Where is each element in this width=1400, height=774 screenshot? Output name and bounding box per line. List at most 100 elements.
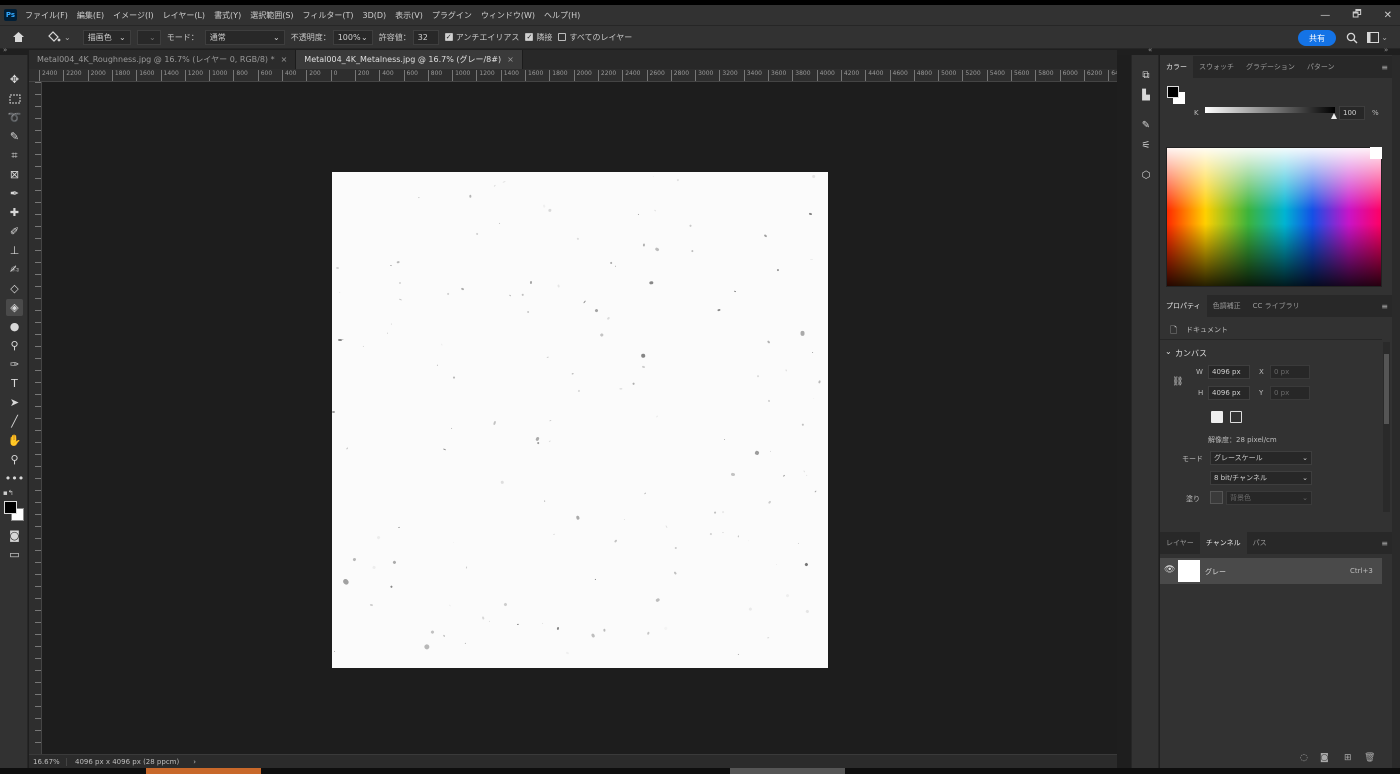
foreground-color-swatch[interactable]	[4, 501, 17, 514]
adjustments-icon[interactable]: ⚟	[1138, 137, 1154, 153]
horizontal-ruler[interactable]: 2400 2200 2000 1800 1600 1400 1200 1000 800 600 40…	[29, 69, 1117, 82]
tab-paths[interactable]: パス	[1247, 532, 1273, 554]
blend-mode-select[interactable]: 通常 ⌄	[204, 29, 285, 45]
move-icon[interactable]: ✥	[6, 71, 23, 88]
eye-icon[interactable]: 👁	[1164, 565, 1175, 575]
share-button[interactable]: 共有	[1298, 30, 1336, 46]
x-field[interactable]: 0 px	[1270, 365, 1310, 379]
workspace-switcher-icon[interactable]: ⌄	[1367, 32, 1388, 43]
menu-help[interactable]: ヘルプ(H)	[544, 10, 580, 21]
screen-mode-icon[interactable]: ▭	[6, 546, 23, 563]
tab-channels[interactable]: チャンネル	[1199, 532, 1247, 554]
crop-icon[interactable]: ⌗	[6, 147, 23, 164]
load-selection-icon[interactable]: ◌	[1300, 753, 1308, 763]
color-spectrum[interactable]	[1166, 147, 1382, 287]
pattern-picker[interactable]: ⌄	[136, 29, 161, 45]
status-arrow-icon[interactable]: ›	[193, 758, 196, 766]
dodge-icon[interactable]: ⚲	[6, 337, 23, 354]
tab-layers[interactable]: レイヤー	[1160, 532, 1200, 554]
minimize-button[interactable]: —	[1320, 10, 1330, 21]
zoom-icon[interactable]: ⚲	[6, 451, 23, 468]
panel-menu-icon[interactable]: ≡	[1381, 63, 1388, 72]
history-panel-icon[interactable]: ⧉	[1138, 67, 1154, 83]
document-image[interactable]	[332, 172, 828, 668]
tolerance-field[interactable]: 32	[412, 29, 439, 45]
width-field[interactable]: 4096 px	[1208, 365, 1250, 379]
tab-cc-libraries[interactable]: CC ライブラリ	[1247, 295, 1306, 317]
tab-color[interactable]: カラー	[1160, 56, 1193, 78]
menu-filter[interactable]: フィルター(T)	[303, 10, 354, 21]
hand-icon[interactable]: ✋	[6, 432, 23, 449]
trash-icon[interactable]: 🗑	[1364, 753, 1375, 763]
menu-edit[interactable]: 編集(E)	[77, 10, 104, 21]
menu-layer[interactable]: レイヤー(L)	[163, 10, 205, 21]
eyedropper-icon[interactable]: ✒	[6, 185, 23, 202]
new-channel-icon[interactable]: ⊞	[1344, 753, 1352, 763]
type-icon[interactable]: T	[6, 375, 23, 392]
brush-icon[interactable]: ✐	[6, 223, 23, 240]
default-colors-icon[interactable]: ▪↰	[3, 489, 14, 497]
fill-color-swatch[interactable]	[1210, 491, 1223, 504]
tab-gradients[interactable]: グラデーション	[1240, 56, 1301, 78]
restore-button[interactable]: 🗗	[1352, 7, 1361, 24]
fill-source-select[interactable]: 描画色 ⌄	[82, 29, 131, 45]
taskbar-app-2[interactable]	[730, 768, 845, 774]
bit-depth-select[interactable]: 8 bit/チャンネル ⌄	[1210, 471, 1312, 485]
collapse-left-icon[interactable]: »	[3, 46, 7, 54]
fill-select[interactable]: 背景色 ⌄	[1226, 491, 1312, 505]
menu-select[interactable]: 選択範囲(S)	[250, 10, 293, 21]
white-swatch[interactable]	[1370, 147, 1382, 159]
tab-patterns[interactable]: パターン	[1301, 56, 1341, 78]
path-selection-icon[interactable]: ➤	[6, 394, 23, 411]
blur-icon[interactable]: ●	[6, 318, 23, 335]
3d-panel-icon[interactable]: ⬡	[1138, 167, 1154, 183]
magic-wand-icon[interactable]: ✎	[6, 128, 23, 145]
healing-brush-icon[interactable]: ✚	[6, 204, 23, 221]
vertical-ruler[interactable]	[29, 82, 42, 754]
close-window-button[interactable]: ✕	[1384, 10, 1392, 21]
portrait-orientation-icon[interactable]	[1211, 411, 1223, 423]
all-layers-checkbox[interactable]: すべてのレイヤー	[558, 32, 632, 43]
canvas-section-title[interactable]: カンバス	[1175, 348, 1207, 359]
brush-settings-icon[interactable]: ✎	[1138, 117, 1154, 133]
slider-thumb-icon[interactable]	[1331, 113, 1337, 119]
landscape-orientation-icon[interactable]	[1230, 411, 1242, 423]
marquee-icon[interactable]	[6, 90, 23, 107]
menu-type[interactable]: 書式(Y)	[214, 10, 241, 21]
antialias-checkbox[interactable]: ✓ アンチエイリアス	[444, 32, 519, 43]
collapse-right-icon-2[interactable]: »	[1384, 46, 1388, 54]
menu-file[interactable]: ファイル(F)	[25, 10, 68, 21]
libraries-panel-icon[interactable]: ▙	[1138, 87, 1154, 103]
eraser-icon[interactable]: ◇	[6, 280, 23, 297]
tab-properties[interactable]: プロパティ	[1160, 295, 1207, 317]
contiguous-checkbox[interactable]: ✓ 隣接	[525, 32, 552, 43]
tab-roughness[interactable]: Metal004_4K_Roughness.jpg @ 16.7% (レイヤー …	[29, 50, 297, 69]
menu-plugins[interactable]: プラグイン	[432, 10, 472, 21]
channel-row[interactable]: 👁 グレー Ctrl+3	[1160, 558, 1382, 584]
clone-stamp-icon[interactable]: ⊥	[6, 242, 23, 259]
more-tools-icon[interactable]: •••	[5, 470, 24, 487]
tab-metalness[interactable]: Metal004_4K_Metalness.jpg @ 16.7% (グレー/8…	[296, 50, 523, 69]
taskbar-app[interactable]	[146, 768, 261, 774]
quick-mask-icon[interactable]: ◙	[6, 527, 23, 544]
properties-scrollbar[interactable]	[1383, 342, 1390, 512]
menu-view[interactable]: 表示(V)	[395, 10, 423, 21]
home-icon[interactable]	[12, 31, 25, 43]
menu-3d[interactable]: 3D(D)	[363, 11, 387, 20]
panel-menu-icon[interactable]: ≡	[1381, 302, 1388, 311]
zoom-level[interactable]: 16.67%	[29, 757, 67, 766]
k-slider-track[interactable]	[1205, 107, 1335, 113]
height-field[interactable]: 4096 px	[1208, 386, 1250, 400]
frame-icon[interactable]: ⊠	[6, 166, 23, 183]
close-icon[interactable]: ×	[507, 55, 514, 64]
menu-window[interactable]: ウィンドウ(W)	[481, 10, 535, 21]
color-mode-select[interactable]: グレースケール ⌄	[1210, 451, 1312, 465]
tab-swatches[interactable]: スウォッチ	[1193, 56, 1240, 78]
scrollbar-thumb[interactable]	[1384, 354, 1389, 424]
lasso-icon[interactable]: ➰	[6, 109, 23, 126]
collapse-right-icon[interactable]: «	[1148, 46, 1152, 54]
y-field[interactable]: 0 px	[1270, 386, 1310, 400]
pen-icon[interactable]: ✑	[6, 356, 23, 373]
color-fg-swatch[interactable]	[1167, 86, 1179, 98]
menu-image[interactable]: イメージ(I)	[113, 10, 153, 21]
